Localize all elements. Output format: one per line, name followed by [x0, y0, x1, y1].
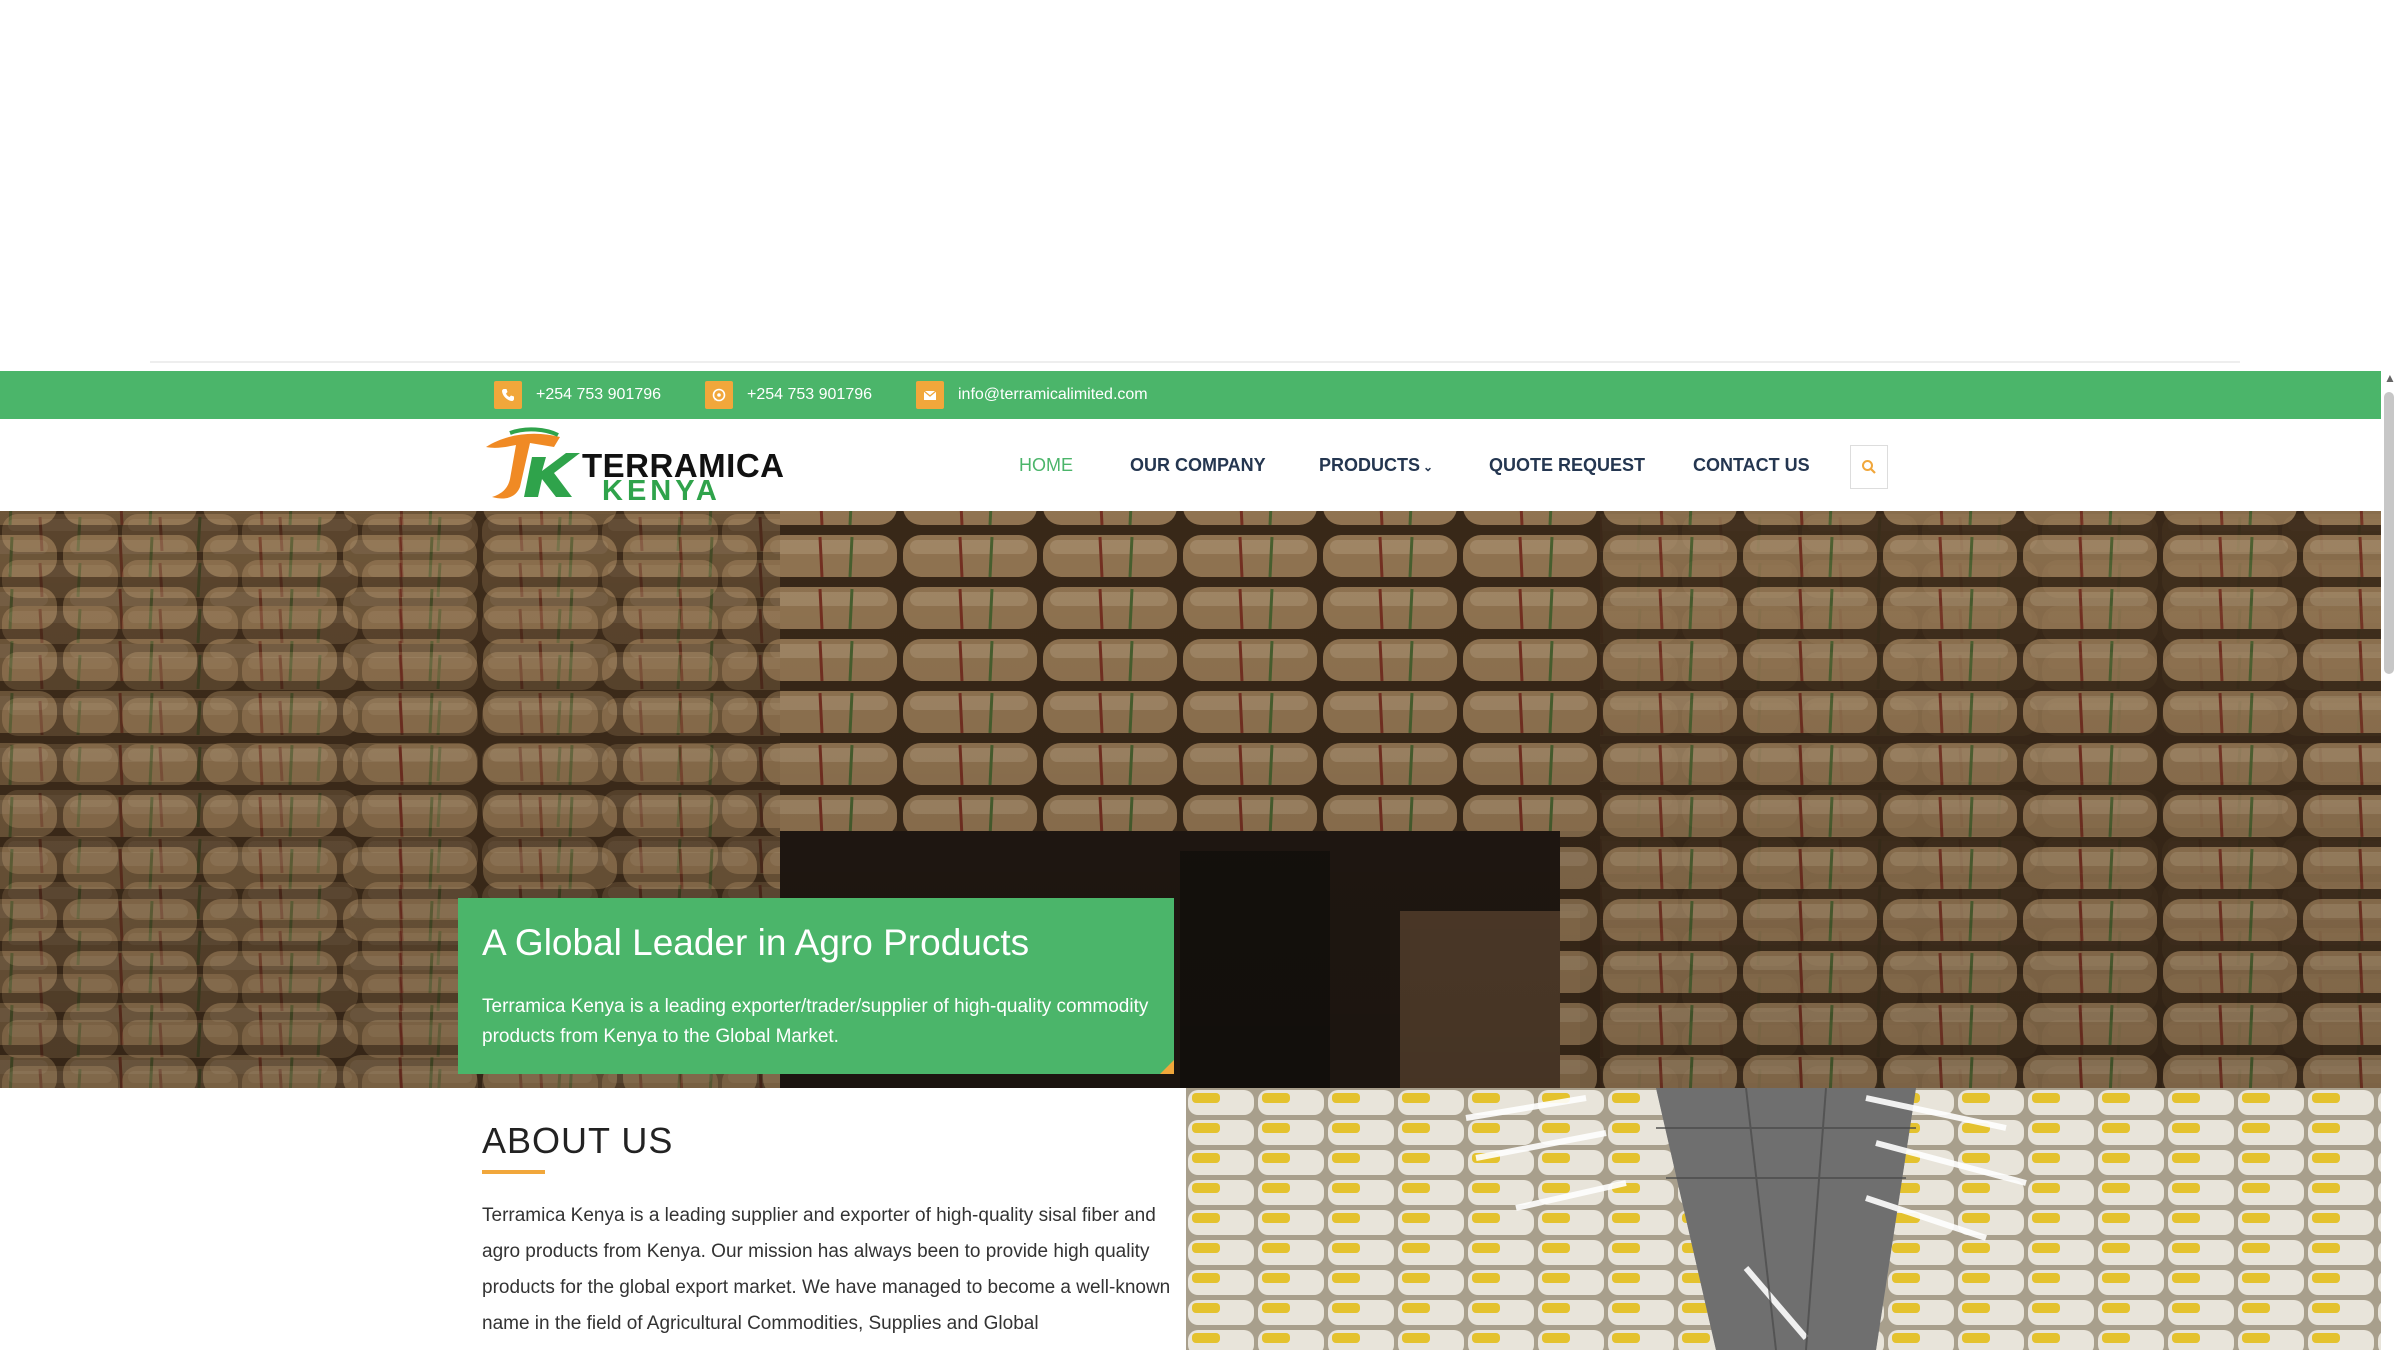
- scrollbar-thumb[interactable]: [2384, 392, 2394, 674]
- chevron-down-icon: ⌄: [1423, 460, 1434, 474]
- nav-contact-us[interactable]: CONTACT US: [1693, 455, 1810, 476]
- hero-title: A Global Leader in Agro Products: [482, 922, 1030, 963]
- phone-number: +254 753 901796: [536, 386, 662, 403]
- top-divider: [150, 361, 2240, 363]
- phone-icon: [494, 381, 522, 409]
- scroll-up-arrow-icon[interactable]: ▲: [2384, 372, 2396, 384]
- nav-products-label: PRODUCTS: [1319, 455, 1421, 475]
- warehouse-sacks-image: [0, 511, 2381, 1088]
- logo-mark-icon: [486, 427, 580, 499]
- about-text: Terramica Kenya is a leading supplier an…: [482, 1205, 1171, 1334]
- email-contact[interactable]: info@terramicalimited.com: [916, 381, 1148, 409]
- nav-products[interactable]: PRODUCTS ⌄: [1319, 455, 1433, 476]
- about-title-underline: [482, 1170, 545, 1174]
- nav-home[interactable]: HOME: [1019, 455, 1073, 476]
- email-icon: [916, 381, 944, 409]
- blank-top-area: [0, 0, 2400, 362]
- hero-description: Terramica Kenya is a leading exporter/tr…: [482, 996, 1149, 1047]
- whatsapp-icon: [705, 381, 733, 409]
- about-title: ABOUT US: [482, 1120, 674, 1161]
- contact-bar: +254 753 901796 +254 753 901796 info@ter…: [0, 371, 2381, 419]
- search-icon: [1862, 460, 1876, 474]
- whatsapp-contact[interactable]: +254 753 901796: [705, 381, 872, 409]
- logo-text-kenya: KENYA: [602, 475, 721, 507]
- whatsapp-number: +254 753 901796: [747, 386, 873, 403]
- hero-caption-box: A Global Leader in Agro Products Terrami…: [458, 898, 1174, 1074]
- main-navbar: TERRAMICA KENYA HOME OUR COMPANY PRODUCT…: [0, 419, 2381, 511]
- hero-banner: A Global Leader in Agro Products Terrami…: [0, 511, 2381, 1088]
- hero-corner-accent: [1160, 1060, 1174, 1074]
- site-logo[interactable]: TERRAMICA KENYA: [480, 427, 784, 507]
- nav-quote-request[interactable]: QUOTE REQUEST: [1489, 455, 1645, 476]
- phone-contact[interactable]: +254 753 901796: [494, 381, 661, 409]
- email-address: info@terramicalimited.com: [958, 386, 1148, 403]
- nav-our-company[interactable]: OUR COMPANY: [1130, 455, 1266, 476]
- search-button[interactable]: [1850, 445, 1888, 489]
- warehouse-aisle-image: [1186, 1088, 2381, 1350]
- about-section: ABOUT US Terramica Kenya is a leading su…: [0, 1088, 1186, 1350]
